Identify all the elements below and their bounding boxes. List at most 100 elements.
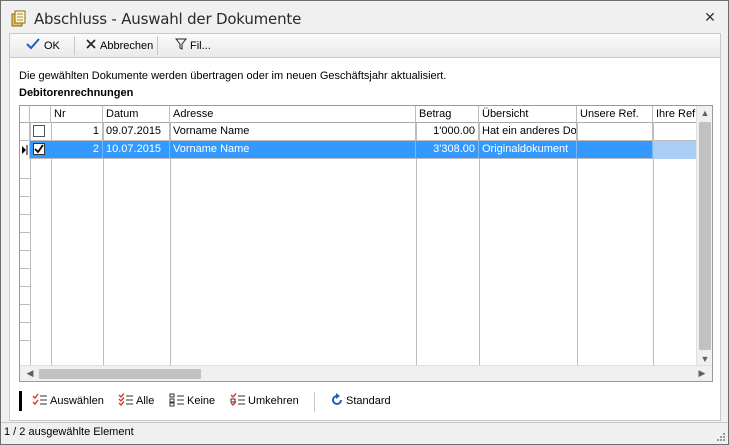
document-stack-icon [10,9,28,27]
grid-line [20,196,30,197]
cell-nr: 2 [51,141,103,159]
grid-line [479,123,480,366]
cell-unsere-ref [577,123,653,141]
documents-grid: Nr Datum Adresse Betrag Übersicht Unsere… [19,105,713,382]
cell-datum: 09.07.2015 [103,123,170,141]
close-icon[interactable]: ✕ [702,9,718,25]
cell-adresse: Vorname Name [170,123,416,141]
grid-line [51,123,52,366]
scroll-left-icon[interactable]: ◀ [23,368,37,379]
resize-grip-icon[interactable] [716,432,726,442]
info-text: Die gewählten Dokumente werden übertrage… [19,70,447,82]
checklist-all-icon [118,392,134,410]
checklist-icon [32,393,48,410]
select-label: Auswählen [50,395,104,407]
column-header-betrag[interactable]: Betrag [416,106,479,123]
row-pointer-icon [22,145,28,155]
dialog-window: Abschluss - Auswahl der Dokumente ✕ OK A… [0,0,729,445]
grid-line [20,340,30,341]
ok-button[interactable]: OK [22,36,63,55]
window-title: Abschluss - Auswahl der Dokumente [34,10,302,28]
actions-separator [314,392,315,412]
column-header-ihre-ref[interactable]: Ihre Ref. [653,106,697,123]
column-header-uebersicht[interactable]: Übersicht [479,106,577,123]
funnel-icon [174,38,188,53]
grid-line [170,123,171,366]
checkbox-header[interactable] [30,106,51,123]
column-header-datum[interactable]: Datum [103,106,170,123]
grid-line [20,268,30,269]
grid-line [103,123,104,366]
cancel-label: Abbrechen [100,39,154,52]
grid-header: Nr Datum Adresse Betrag Übersicht Unsere… [20,106,697,123]
cell-datum: 10.07.2015 [103,141,170,159]
table-row[interactable]: 2 10.07.2015 Vorname Name 3'308.00 Origi… [20,141,697,159]
refresh-icon [330,392,344,410]
grid-line [20,286,30,287]
row-checkbox[interactable] [33,143,45,155]
invert-selection-button[interactable]: Umkehren [230,392,299,410]
table-row[interactable]: 1 09.07.2015 Vorname Name 1'000.00 Hat e… [20,123,697,141]
standard-button[interactable]: Standard [330,392,391,410]
checkmark-icon [34,144,44,154]
checklist-none-icon [169,393,185,410]
x-icon [85,38,97,53]
column-header-unsere-ref[interactable]: Unsere Ref. [577,106,653,123]
select-none-button[interactable]: Keine [169,392,215,410]
checklist-invert-icon [230,392,246,410]
row-checkbox[interactable] [33,125,45,137]
filter-button[interactable]: Fil... [172,36,214,55]
cell-unsere-ref [577,141,653,159]
vertical-scrollbar[interactable]: ▲ ▼ [696,106,712,366]
toolbar-separator [157,36,158,55]
title-bar[interactable]: Abschluss - Auswahl der Dokumente ✕ [1,1,728,33]
filter-label: Fil... [190,39,211,52]
horizontal-scrollbar[interactable]: ◀ ▶ [20,365,712,381]
grid-body: Nr Datum Adresse Betrag Übersicht Unsere… [20,106,697,366]
section-title: Debitorenrechnungen [19,87,134,99]
grid-splitter [19,391,22,411]
invert-selection-label: Umkehren [248,395,299,407]
cell-adresse: Vorname Name [170,141,416,159]
row-indicator [20,123,30,141]
grid-line [20,322,30,323]
column-header-adresse[interactable]: Adresse [170,106,416,123]
grid-line [577,123,578,366]
grid-line [653,123,654,366]
ok-label: OK [44,39,60,52]
current-row-indicator [20,141,30,159]
toolbar-separator [74,36,75,55]
cell-uebersicht: Hat ein anderes Dok [479,123,577,141]
cell-uebersicht: Originaldokument [479,141,577,159]
grid-line [30,123,31,366]
horizontal-scroll-thumb[interactable] [39,369,201,379]
indicator-header [20,106,30,123]
status-text: 1 / 2 ausgewählte Element [4,426,134,438]
cell-ihre-ref[interactable] [653,141,697,159]
cell-betrag: 1'000.00 [416,123,479,141]
select-button[interactable]: Auswählen [32,392,104,410]
grid-line [20,232,30,233]
cell-ihre-ref [653,123,697,141]
select-none-label: Keine [187,395,216,407]
select-all-label: Alle [136,395,155,407]
cancel-button[interactable]: Abbrechen [82,36,156,55]
scroll-down-icon[interactable]: ▼ [698,354,712,364]
standard-label: Standard [346,395,391,407]
content-panel: Die gewählten Dokumente werden übertrage… [9,57,721,421]
cell-betrag: 3'308.00 [416,141,479,159]
checkmark-icon [25,37,41,54]
cell-nr: 1 [51,123,103,141]
selection-actions-bar: Auswählen Alle Keine Umkehren Standard [19,387,713,414]
grid-line [20,304,30,305]
grid-line [20,250,30,251]
scroll-up-icon[interactable]: ▲ [698,108,712,118]
scroll-right-icon[interactable]: ▶ [695,368,709,379]
column-header-nr[interactable]: Nr [51,106,103,123]
vertical-scroll-thumb[interactable] [699,122,711,350]
status-bar: 1 / 2 ausgewählte Element [1,422,728,444]
toolbar: OK Abbrechen Fil... [9,33,721,57]
select-all-button[interactable]: Alle [118,392,154,410]
grid-line [20,214,30,215]
grid-line [20,178,30,179]
